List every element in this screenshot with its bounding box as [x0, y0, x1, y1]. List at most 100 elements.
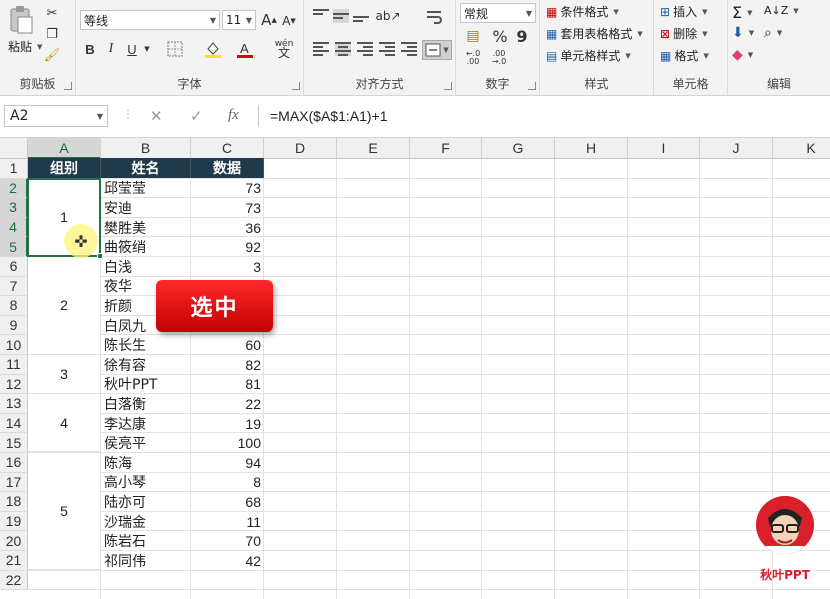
underline-dropdown-icon[interactable]: ▼	[142, 42, 152, 56]
row-header-9[interactable]: 9	[0, 315, 28, 336]
format-button[interactable]: ▦ 格式 ▼	[660, 47, 709, 64]
autosum-button[interactable]: Σ ▼	[732, 3, 753, 22]
percent-style-button[interactable]: %	[492, 27, 508, 46]
value-cell[interactable]: 3	[191, 257, 264, 277]
align-left-icon[interactable]	[313, 42, 329, 56]
number-launcher-icon[interactable]	[528, 82, 536, 90]
format-painter-icon[interactable]: 🖌	[44, 47, 61, 63]
merged-group-cell[interactable]: 3	[28, 355, 100, 394]
name-cell[interactable]: 白落衡	[101, 394, 191, 414]
column-header-j[interactable]: J	[700, 138, 773, 159]
name-cell[interactable]: 高小琴	[101, 473, 191, 493]
column-header-k[interactable]: K	[773, 138, 830, 159]
column-header-b[interactable]: B	[101, 138, 191, 159]
value-cell[interactable]: 36	[191, 218, 264, 238]
insert-button[interactable]: ⊞ 插入 ▼	[660, 3, 707, 20]
value-cell[interactable]: 82	[191, 355, 264, 375]
row-header-21[interactable]: 21	[0, 551, 28, 571]
bold-button[interactable]: B	[82, 40, 98, 58]
value-cell[interactable]: 73	[191, 198, 264, 218]
column-header-g[interactable]: G	[482, 138, 555, 159]
value-cell[interactable]: 70	[191, 531, 264, 551]
accounting-format-icon[interactable]: ▤	[462, 27, 484, 45]
sort-filter-button[interactable]: A↓Z ▼	[764, 4, 799, 17]
row-header-14[interactable]: 14	[0, 413, 28, 434]
clipboard-launcher-icon[interactable]	[64, 82, 72, 90]
increase-decimal-icon[interactable]: ←.0.00	[462, 49, 484, 67]
fill-handle[interactable]	[97, 253, 103, 259]
orientation-icon[interactable]: ab↗	[375, 8, 400, 24]
row-header-1[interactable]: 1	[0, 159, 28, 179]
column-header-h[interactable]: H	[555, 138, 628, 159]
value-cell[interactable]: 11	[191, 512, 264, 532]
value-cell[interactable]: 73	[191, 179, 264, 199]
name-cell[interactable]: 安迪	[101, 198, 191, 218]
paste-button[interactable]: 粘贴 ▼	[8, 38, 42, 55]
value-cell[interactable]: 68	[191, 492, 264, 512]
name-cell[interactable]: 陈海	[101, 453, 191, 473]
table-header-cell[interactable]: 数据	[191, 158, 264, 178]
decrease-font-icon[interactable]: A ▼	[280, 12, 298, 30]
align-center-icon[interactable]	[335, 42, 351, 56]
select-all-corner[interactable]	[0, 138, 28, 159]
value-cell[interactable]: 22	[191, 394, 264, 414]
name-cell[interactable]: 李达康	[101, 414, 191, 434]
formula-input[interactable]: =MAX($A$1:A1)+1	[258, 105, 830, 127]
value-cell[interactable]: 19	[191, 414, 264, 434]
row-header-12[interactable]: 12	[0, 374, 28, 395]
row-header-4[interactable]: 4	[0, 217, 28, 238]
cancel-icon[interactable]: ✕	[150, 107, 163, 125]
name-cell[interactable]: 秋叶PPT	[101, 375, 191, 395]
font-color-icon[interactable]: A	[234, 40, 256, 58]
conditional-format-button[interactable]: ▦ 条件格式 ▼	[546, 3, 619, 20]
name-cell[interactable]: 侯亮平	[101, 433, 191, 453]
font-size-select[interactable]: 11 ▼	[222, 10, 256, 30]
value-cell[interactable]: 42	[191, 551, 264, 571]
value-cell[interactable]: 100	[191, 433, 264, 453]
value-cell[interactable]: 60	[191, 335, 264, 355]
format-as-table-button[interactable]: ▦ 套用表格格式 ▼	[546, 25, 643, 42]
fill-color-icon[interactable]	[202, 40, 224, 58]
name-cell[interactable]: 陈长生	[101, 335, 191, 355]
column-header-i[interactable]: I	[628, 138, 700, 159]
decrease-decimal-icon[interactable]: .00 →.0	[488, 49, 510, 67]
name-cell[interactable]: 沙瑞金	[101, 512, 191, 532]
column-header-e[interactable]: E	[337, 138, 410, 159]
value-cell[interactable]: 8	[191, 473, 264, 493]
row-header-16[interactable]: 16	[0, 453, 28, 473]
insert-function-button[interactable]: fx	[228, 107, 239, 124]
row-header-8[interactable]: 8	[0, 296, 28, 316]
row-header-7[interactable]: 7	[0, 276, 28, 297]
row-header-10[interactable]: 10	[0, 335, 28, 355]
align-bottom-icon[interactable]	[353, 9, 369, 23]
row-header-17[interactable]: 17	[0, 472, 28, 493]
paste-icon[interactable]	[6, 4, 36, 36]
row-header-20[interactable]: 20	[0, 531, 28, 551]
name-cell[interactable]: 陆亦可	[101, 492, 191, 512]
table-header-cell[interactable]: 组别	[28, 158, 101, 178]
copy-icon[interactable]: ❐	[44, 26, 60, 42]
font-launcher-icon[interactable]	[292, 82, 300, 90]
number-format-select[interactable]: 常规 ▼	[460, 3, 536, 23]
phonetic-icon[interactable]: wén 文	[272, 38, 296, 60]
name-cell[interactable]: 邱莹莹	[101, 179, 191, 199]
font-name-select[interactable]: 等线 ▼	[80, 10, 220, 30]
increase-indent-icon[interactable]	[401, 42, 417, 56]
find-select-button[interactable]: ⌕ ▼	[764, 25, 782, 41]
delete-button[interactable]: ⊠ 删除 ▼	[660, 25, 707, 42]
clear-button[interactable]: ◆ ▼	[732, 47, 753, 63]
wrap-text-icon[interactable]	[424, 8, 444, 26]
column-header-d[interactable]: D	[264, 138, 337, 159]
column-header-a[interactable]: A	[28, 138, 101, 159]
name-cell[interactable]: 曲筱绡	[101, 237, 191, 257]
name-cell[interactable]: 陈岩石	[101, 531, 191, 551]
merged-group-cell[interactable]: 5	[28, 453, 100, 571]
row-header-5[interactable]: 5	[0, 237, 28, 257]
cut-icon[interactable]: ✂	[44, 5, 60, 21]
row-header-18[interactable]: 18	[0, 492, 28, 512]
underline-button[interactable]: U	[124, 40, 140, 58]
row-header-6[interactable]: 6	[0, 257, 28, 277]
row-header-11[interactable]: 11	[0, 355, 28, 375]
worksheet-grid[interactable]: A B C D E F G H I J K 1 2 3 4 5 6 7 8 9 10 11 12 13 14 15 16 17 18 19…	[0, 138, 830, 599]
align-top-icon[interactable]	[313, 9, 329, 23]
